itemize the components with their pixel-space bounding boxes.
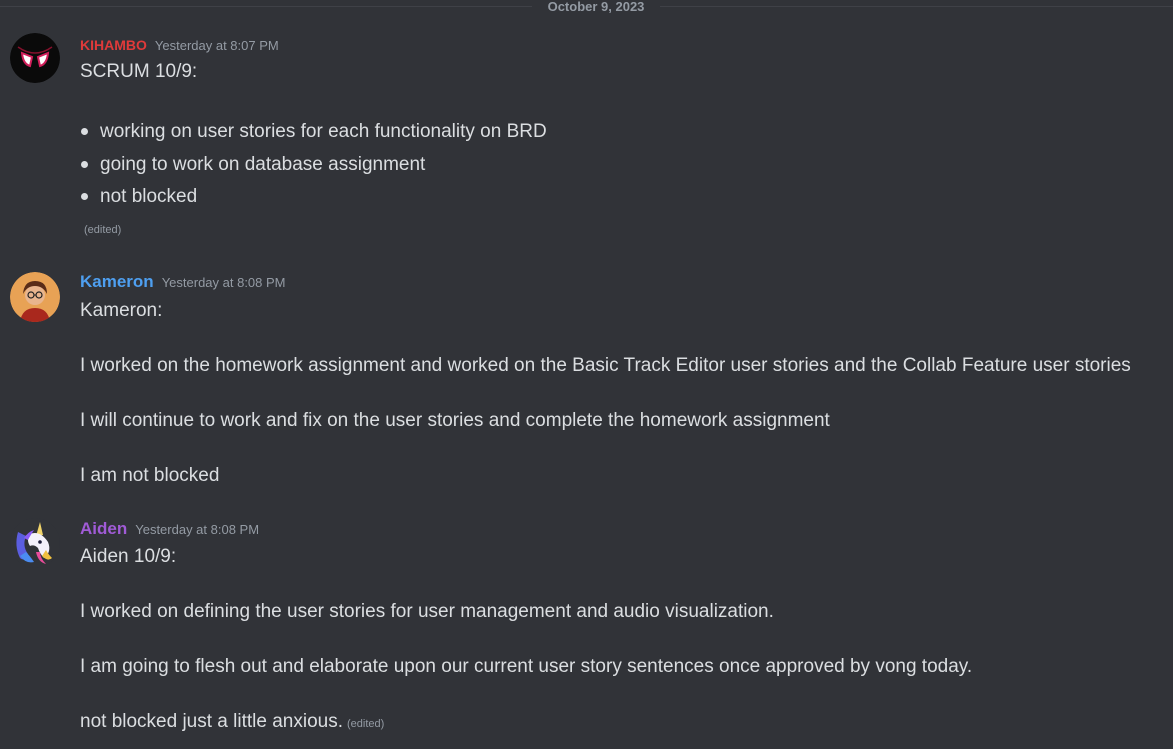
divider-line-right xyxy=(660,6,1173,7)
username[interactable]: Kameron xyxy=(80,272,154,291)
message-text: I am going to flesh out and elaborate up… xyxy=(80,656,973,677)
divider-date-label: October 9, 2023 xyxy=(547,0,645,14)
spider-mask-icon[interactable] xyxy=(10,33,60,83)
date-divider: October 9, 2023 xyxy=(0,0,1173,14)
edited-label: (edited) xyxy=(84,224,122,236)
message-text: SCRUM 10/9: xyxy=(80,61,198,82)
timestamp[interactable]: Yesterday at 8:08 PM xyxy=(162,275,286,290)
edited-label: (edited) xyxy=(347,718,385,730)
message-text: I worked on the homework assignment and … xyxy=(80,355,1131,376)
unicorn-avatar-icon[interactable] xyxy=(10,518,60,568)
divider-line-left xyxy=(0,6,532,7)
username[interactable]: Aiden xyxy=(80,519,127,538)
message-text: I worked on defining the user stories fo… xyxy=(80,601,774,622)
chat-area: October 9, 2023 KIHAMBO Yesterday at 8:07… xyxy=(0,0,1173,749)
bullet-dot xyxy=(81,193,88,200)
timestamp[interactable]: Yesterday at 8:08 PM xyxy=(135,522,259,537)
bullet-item: working on user stories for each functio… xyxy=(100,121,547,142)
message-text-content: not blocked just a little anxious. xyxy=(80,711,343,732)
message-text: I will continue to work and fix on the u… xyxy=(80,410,830,431)
timestamp[interactable]: Yesterday at 8:07 PM xyxy=(155,38,279,53)
message-header: Aiden Yesterday at 8:08 PM xyxy=(80,519,259,539)
message-text: I am not blocked xyxy=(80,465,220,486)
message-text: Kameron: xyxy=(80,300,163,321)
bullet-dot xyxy=(81,161,88,168)
bullet-dot xyxy=(81,128,88,135)
message-text: Aiden 10/9: xyxy=(80,546,177,567)
message-text: not blocked just a little anxious. (edite… xyxy=(80,711,384,733)
message-header: Kameron Yesterday at 8:08 PM xyxy=(80,272,286,292)
bullet-item: not blocked xyxy=(100,186,198,207)
cartoon-person-avatar-icon[interactable] xyxy=(10,272,60,322)
message-header: KIHAMBO Yesterday at 8:07 PM xyxy=(80,37,279,55)
username[interactable]: KIHAMBO xyxy=(80,37,147,53)
bullet-item: going to work on database assignment xyxy=(100,154,426,175)
